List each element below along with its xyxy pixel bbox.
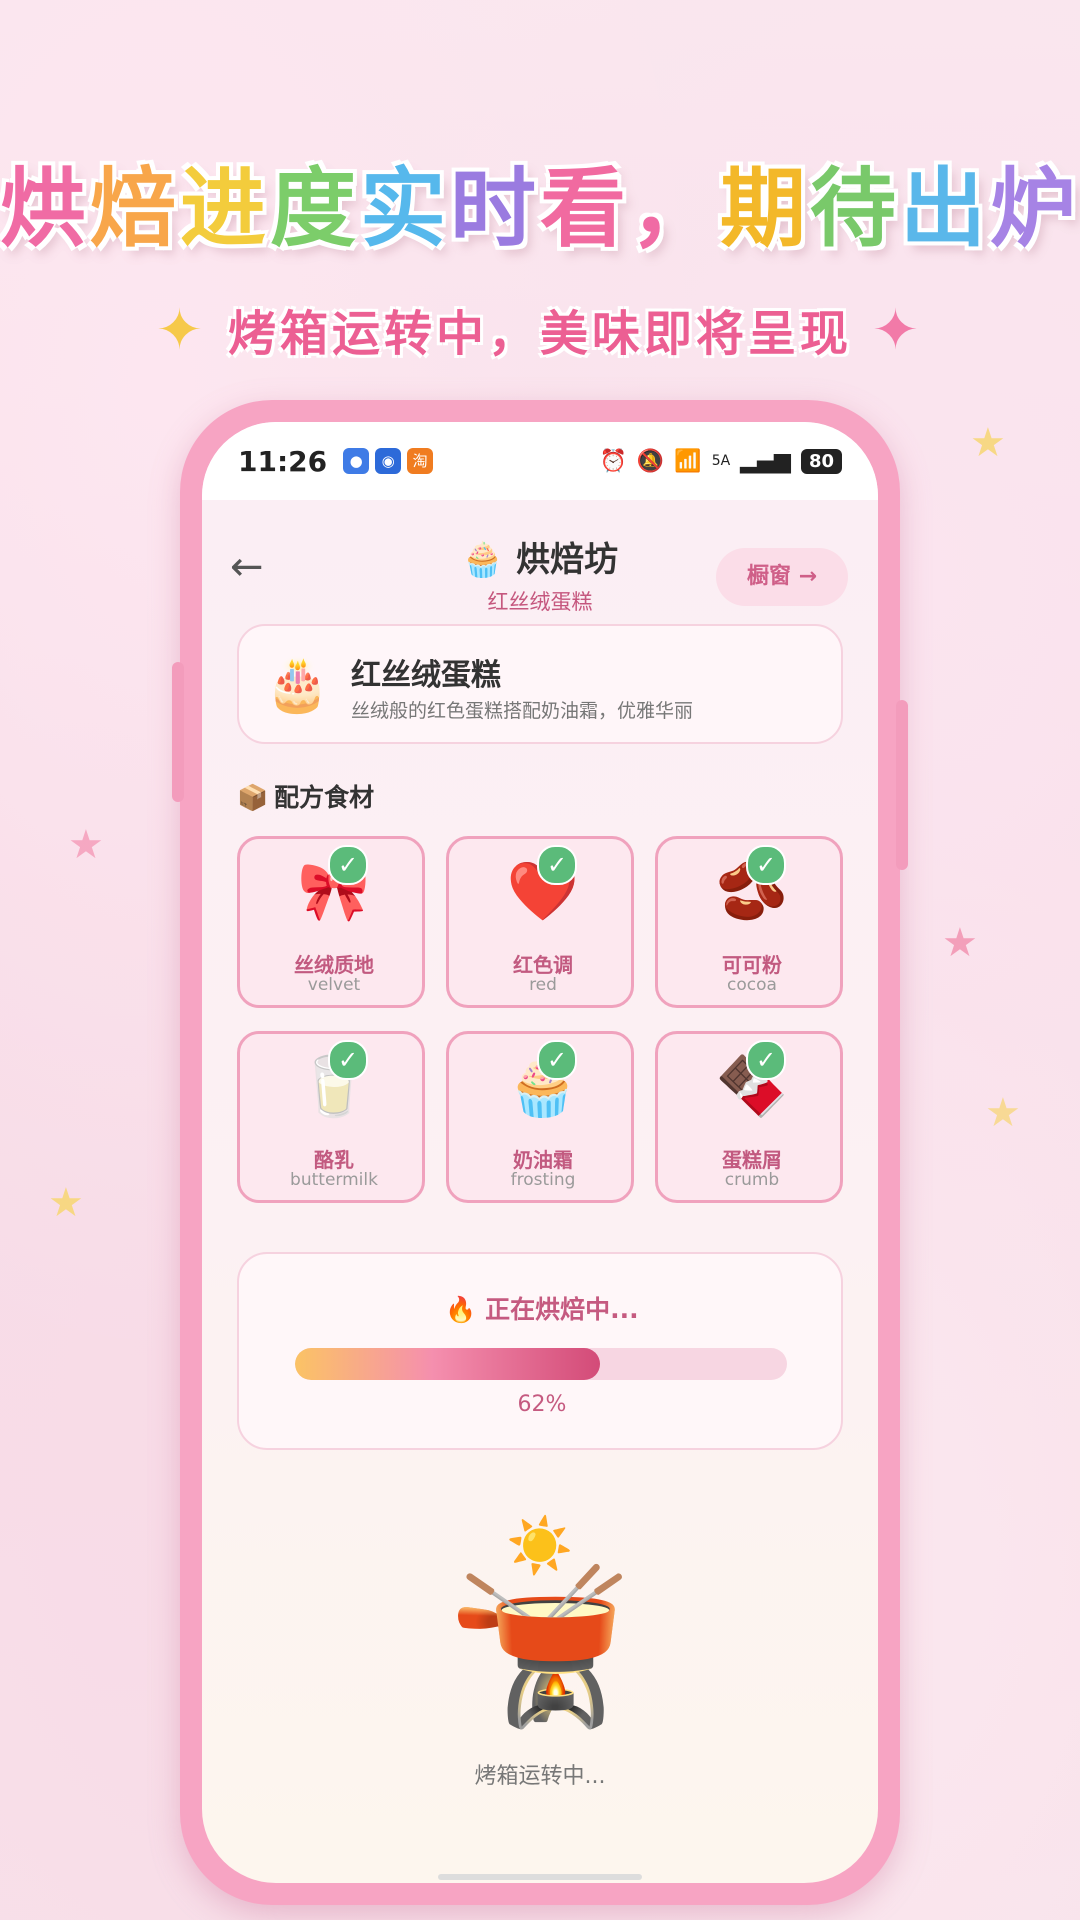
check-icon: ✓ bbox=[746, 845, 786, 885]
fondue-pot-icon: 🫕 bbox=[446, 1560, 634, 1734]
star-decoration-icon: ★ bbox=[985, 1090, 1021, 1136]
ingredient-card-cocoa[interactable]: 🫘 ✓ 可可粉 cocoa bbox=[655, 836, 843, 1008]
box-icon: 📦 bbox=[237, 783, 269, 812]
ingredient-name: 酪乳 bbox=[314, 1148, 354, 1172]
baking-progress-card: 🔥 正在烘焙中... 62% bbox=[237, 1252, 843, 1450]
phone-frame: 11:26 ● ◉ 淘 ⏰ 🔕 📶 5A ▂▄▆ 80 ← 🧁 烘焙坊 红丝绒蛋… bbox=[172, 400, 908, 1905]
signal-icon: ▂▄▆ bbox=[740, 448, 791, 474]
sparkle-icon: ✦ bbox=[872, 298, 919, 363]
headline-char: 进 bbox=[180, 159, 270, 259]
cake-description: 丝绒般的红色蛋糕搭配奶油霜，优雅华丽 bbox=[351, 700, 694, 722]
oven-status-text: 烤箱运转中... bbox=[474, 1764, 606, 1789]
taobao-app-icon: 淘 bbox=[407, 448, 434, 474]
ingredient-name-en: velvet bbox=[307, 975, 361, 995]
headline-char: 度 bbox=[270, 159, 360, 259]
bulb-app-icon: ◉ bbox=[375, 448, 402, 474]
ingredient-name: 红色调 bbox=[513, 953, 573, 977]
headline-char: 看 bbox=[540, 159, 630, 259]
ingredient-card-velvet[interactable]: 🎀 ✓ 丝绒质地 velvet bbox=[237, 836, 425, 1008]
check-icon: ✓ bbox=[537, 1040, 577, 1080]
headline-char: 实 bbox=[360, 159, 450, 259]
star-decoration-icon: ★ bbox=[942, 920, 978, 966]
ingredient-name-en: crumb bbox=[724, 1170, 780, 1190]
promo-headline: 烘焙进度实时看，期待出炉 bbox=[0, 138, 1080, 263]
headline-char: ， bbox=[630, 159, 720, 259]
status-icons: ⏰ 🔕 📶 5A ▂▄▆ 80 bbox=[599, 448, 842, 474]
ingredient-name-en: frosting bbox=[510, 1170, 576, 1190]
ingredient-name-en: buttermilk bbox=[290, 1170, 378, 1190]
cake-icon: 🎂 bbox=[265, 655, 330, 715]
star-decoration-icon: ★ bbox=[970, 420, 1006, 466]
mute-icon: 🔕 bbox=[636, 448, 665, 474]
alarm-icon: ⏰ bbox=[599, 448, 627, 474]
progress-percent: 62% bbox=[517, 1392, 567, 1417]
headline-char: 时 bbox=[450, 159, 540, 259]
ingredient-name: 奶油霜 bbox=[513, 1148, 573, 1172]
signal-label: 5A bbox=[711, 453, 731, 469]
ingredient-name-en: cocoa bbox=[727, 975, 777, 995]
headline-char: 炉 bbox=[990, 159, 1080, 259]
star-decoration-icon: ★ bbox=[68, 822, 104, 868]
ingredients-heading: 📦 配方食材 bbox=[237, 778, 374, 814]
app-screen: 11:26 ● ◉ 淘 ⏰ 🔕 📶 5A ▂▄▆ 80 ← 🧁 烘焙坊 红丝绒蛋… bbox=[202, 422, 878, 1883]
phone-side-button bbox=[172, 662, 184, 802]
ingredient-card-buttermilk[interactable]: 🥛 ✓ 酪乳 buttermilk bbox=[237, 1031, 425, 1203]
ingredient-card-crumb[interactable]: 🍫 ✓ 蛋糕屑 crumb bbox=[655, 1031, 843, 1203]
message-app-icon: ● bbox=[343, 448, 370, 474]
showcase-button[interactable]: 橱窗 → bbox=[716, 548, 848, 606]
check-icon: ✓ bbox=[537, 845, 577, 885]
status-time: 11:26 bbox=[238, 444, 328, 478]
progress-bar bbox=[295, 1348, 787, 1380]
check-icon: ✓ bbox=[328, 845, 368, 885]
check-icon: ✓ bbox=[746, 1040, 786, 1080]
ingredient-name-en: red bbox=[529, 975, 557, 995]
cake-name: 红丝绒蛋糕 bbox=[351, 658, 501, 693]
progress-bar-fill bbox=[295, 1348, 601, 1380]
star-decoration-icon: ★ bbox=[48, 1180, 84, 1226]
headline-char: 待 bbox=[810, 159, 900, 259]
ingredient-card-red[interactable]: ❤️ ✓ 红色调 red bbox=[446, 836, 634, 1008]
ingredient-card-frosting[interactable]: 🧁 ✓ 奶油霜 frosting bbox=[446, 1031, 634, 1203]
headline-char: 期 bbox=[720, 159, 810, 259]
headline-char: 出 bbox=[900, 159, 990, 259]
top-navigation: ← 🧁 烘焙坊 红丝绒蛋糕 橱窗 → bbox=[202, 522, 878, 622]
check-icon: ✓ bbox=[328, 1040, 368, 1080]
ingredient-name: 蛋糕屑 bbox=[722, 1148, 782, 1172]
ingredient-name: 丝绒质地 bbox=[294, 953, 374, 977]
status-bar: 11:26 ● ◉ 淘 ⏰ 🔕 📶 5A ▂▄▆ 80 bbox=[202, 422, 878, 500]
headline-char: 焙 bbox=[90, 159, 180, 259]
battery-indicator: 80 bbox=[800, 448, 842, 474]
wifi-icon: 📶 bbox=[674, 448, 702, 474]
ingredients-heading-label: 配方食材 bbox=[274, 783, 375, 812]
phone-side-button bbox=[896, 700, 908, 870]
cake-info-card: 🎂 红丝绒蛋糕 丝绒般的红色蛋糕搭配奶油霜，优雅华丽 bbox=[237, 624, 843, 744]
progress-title: 🔥 正在烘焙中... bbox=[445, 1295, 639, 1324]
headline-char: 烘 bbox=[0, 159, 90, 259]
ingredient-name: 可可粉 bbox=[722, 953, 782, 977]
home-indicator[interactable] bbox=[438, 1874, 642, 1880]
